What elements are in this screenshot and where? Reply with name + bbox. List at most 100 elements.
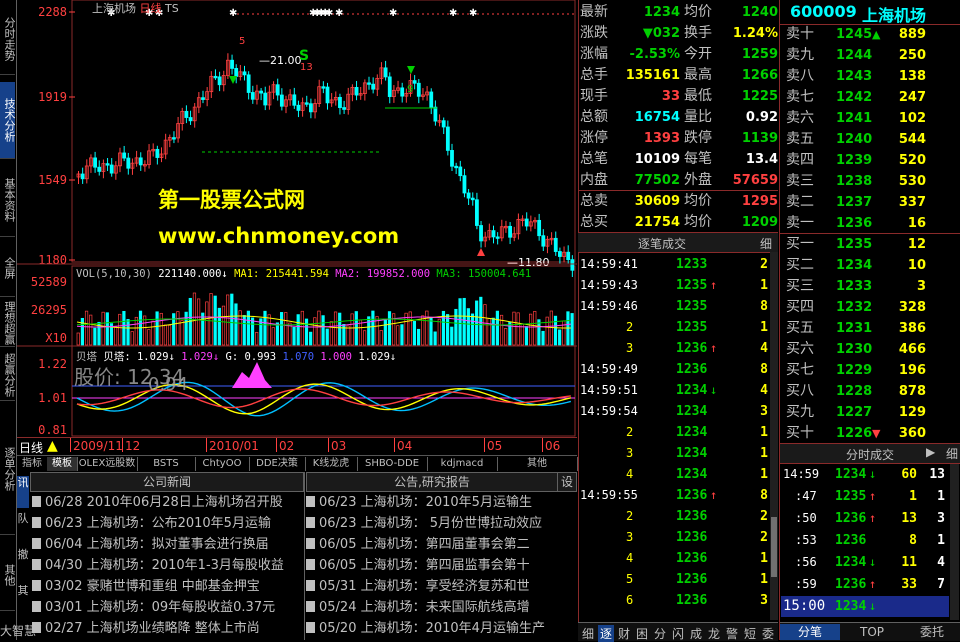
announcement-item[interactable]: 05/20 上海机场：2010年4月运输生产 — [306, 618, 574, 639]
ticks-tab-3[interactable]: 困 — [634, 625, 650, 642]
bid-row[interactable]: 买五 1231 386 — [786, 318, 956, 339]
ask-row[interactable]: 卖九 1244 250 — [786, 45, 956, 66]
indicator-tab-6[interactable]: K线龙虎 — [305, 457, 358, 471]
news-side-tab-2[interactable]: 撤 — [17, 548, 29, 580]
bid-row[interactable]: 买十 1226 ▼ 360 — [786, 423, 956, 444]
news-item[interactable]: 03/02 豪赌世博和重组 中邮基金押宝 — [32, 576, 304, 597]
watermark-url: www.chnmoney.com — [158, 224, 400, 248]
ask-row[interactable]: 卖十 1245 ▲ 889 — [786, 24, 956, 45]
left-tab-3[interactable]: 全屏 — [0, 240, 16, 297]
bid-row[interactable]: 买二 1234 10 — [786, 255, 956, 276]
indicator-tab-9[interactable]: 其他 — [497, 457, 578, 471]
ticks-tab-1[interactable]: 逐 — [598, 625, 614, 642]
ticks-tab-10[interactable]: 委 — [760, 625, 776, 642]
ticks-detail-button[interactable]: 细 — [760, 235, 772, 252]
event-marker-icon[interactable]: ✱ — [449, 8, 457, 19]
scroll-thumb[interactable] — [771, 517, 777, 577]
bid-row[interactable]: 买三 1233 3 — [786, 276, 956, 297]
minute-trade-row[interactable]: :47 1235 ↑ 1 1 — [781, 486, 949, 507]
ticks-tab-6[interactable]: 成 — [688, 625, 704, 642]
ticks-tab-5[interactable]: 闪 — [670, 625, 686, 642]
indicator-tab-1[interactable]: 模板 — [47, 457, 78, 471]
indicator-tab-8[interactable]: kdjmacd — [427, 457, 498, 471]
minute-trade-row[interactable]: 15:00 1234 ↓ — [781, 596, 949, 617]
indicator-tab-5[interactable]: DDE决策 — [249, 457, 306, 471]
indicator-tab-4[interactable]: ChtyOO — [195, 457, 250, 471]
candle-body — [400, 87, 405, 97]
minute-trade-row[interactable]: :56 1234 ↓ 11 4 — [781, 552, 949, 573]
announcement-item[interactable]: 05/24 上海机场：未来国际航线高增 — [306, 597, 574, 618]
announcement-item[interactable]: 06/05 上海机场：第四届董事会第二 — [306, 534, 574, 555]
news-item[interactable]: 06/28 2010年06月28日上海机场召开股 — [32, 492, 304, 513]
left-tab-4[interactable]: 理想超赢 — [0, 300, 16, 347]
news-side-tab-0[interactable]: 讯 — [17, 476, 29, 508]
company-news-header[interactable]: 公司新闻 — [30, 472, 304, 492]
bid-row[interactable]: 买八 1228 878 — [786, 381, 956, 402]
event-marker-icon[interactable]: ✱ — [469, 8, 477, 19]
announcement-item[interactable]: 06/23 上海机场：2010年5月运输生 — [306, 492, 574, 513]
left-tab-7[interactable]: 其他 — [0, 540, 16, 611]
announcement-item[interactable]: 05/31 上海机场：享受经济复苏和世 — [306, 576, 574, 597]
minute-next-icon[interactable]: ▶ — [926, 445, 935, 459]
bid-row[interactable]: 买一 1235 12 — [786, 234, 956, 255]
minute-header[interactable]: 分时成交 — [846, 446, 894, 463]
ticks-tab-2[interactable]: 财 — [616, 625, 632, 642]
news-item[interactable]: 04/30 上海机场：2010年1-3月每股收益 — [32, 555, 304, 576]
orderbook-tab-2[interactable]: 委托 — [904, 624, 960, 640]
ticks-tab-4[interactable]: 分 — [652, 625, 668, 642]
left-tab-5[interactable]: 超赢分析 — [0, 350, 16, 401]
ask-row[interactable]: 卖五 1240 544 — [786, 129, 956, 150]
orderbook-tab-1[interactable]: TOP — [844, 624, 900, 640]
ticks-tab-9[interactable]: 短 — [742, 625, 758, 642]
indicator-tab-7[interactable]: SHBO-DDE — [357, 457, 428, 471]
bid-row[interactable]: 买四 1232 328 — [786, 297, 956, 318]
left-tab-2[interactable]: 基本资料 — [0, 164, 16, 237]
news-item[interactable]: 06/23 上海机场：公布2010年5月运输 — [32, 513, 304, 534]
ask-row[interactable]: 卖七 1242 247 — [786, 87, 956, 108]
event-marker-icon[interactable]: ✱ — [229, 8, 237, 19]
volume-bar — [412, 320, 416, 346]
news-side-tab-1[interactable]: 队 — [17, 512, 29, 544]
ask-row[interactable]: 卖四 1239 520 — [786, 150, 956, 171]
news-settings-button[interactable]: 设 — [557, 472, 577, 492]
ticks-tab-0[interactable]: 细 — [580, 625, 596, 642]
event-marker-icon[interactable]: ✱ — [389, 8, 397, 19]
ticks-header[interactable]: 逐笔成交 — [638, 235, 686, 252]
news-item[interactable]: 06/04 上海机场：拟对董事会进行换届 — [32, 534, 304, 555]
minute-detail-button[interactable]: 细 — [946, 445, 958, 462]
ticks-tab-8[interactable]: 警 — [724, 625, 740, 642]
indicator-tab-3[interactable]: BSTS — [137, 457, 196, 471]
ticks-tab-7[interactable]: 龙 — [706, 625, 722, 642]
left-tab-1[interactable]: 技术分析 — [0, 82, 16, 159]
news-side-tab-3[interactable]: 其 — [17, 584, 29, 616]
bid-row[interactable]: 买九 1227 129 — [786, 402, 956, 423]
minute-scrollbar[interactable] — [950, 464, 959, 620]
indicator-tab-2[interactable]: OLEX远股数 — [77, 457, 138, 471]
ask-row[interactable]: 卖六 1241 102 — [786, 108, 956, 129]
indicator-tab-0[interactable]: 指标 — [17, 457, 48, 471]
level-label: 卖六 — [786, 110, 814, 126]
ticks-scrollbar[interactable] — [770, 252, 778, 620]
ask-row[interactable]: 卖一 1236 16 — [786, 213, 956, 234]
orderbook-tab-0[interactable]: 分笔 — [780, 624, 840, 640]
announcements-header[interactable]: 公告,研究报告 — [306, 472, 558, 492]
announcement-item[interactable]: 06/23 上海机场： 5月份世博拉动效应 — [306, 513, 574, 534]
period-triangle-icon[interactable]: ▲ — [47, 438, 58, 454]
news-item[interactable]: 02/27 上海机场业绩略降 整体上市尚 — [32, 618, 304, 639]
bid-row[interactable]: 买七 1229 196 — [786, 360, 956, 381]
bid-row[interactable]: 买六 1230 466 — [786, 339, 956, 360]
announcement-item[interactable]: 06/05 上海机场：第四届监事会第十 — [306, 555, 574, 576]
left-tab-6[interactable]: 逐单分析 — [0, 404, 16, 535]
left-tab-0[interactable]: 分时走势 — [0, 4, 16, 75]
ask-row[interactable]: 卖二 1237 337 — [786, 192, 956, 213]
quote-value: 1295 — [741, 194, 778, 209]
event-marker-icon[interactable]: ✱ — [325, 8, 333, 19]
ask-row[interactable]: 卖八 1243 138 — [786, 66, 956, 87]
minute-trade-row[interactable]: :59 1236 ↑ 33 7 — [781, 574, 949, 595]
ask-row[interactable]: 卖三 1238 530 — [786, 171, 956, 192]
minute-trade-row[interactable]: :50 1236 ↑ 13 3 — [781, 508, 949, 529]
minute-trade-row[interactable]: :53 1236 8 1 — [781, 530, 949, 551]
event-marker-icon[interactable]: ✱ — [335, 8, 343, 19]
minute-trade-row[interactable]: 14:59 1234 ↓ 60 13 — [781, 464, 949, 485]
news-item[interactable]: 03/01 上海机场：09年每股收益0.37元 — [32, 597, 304, 618]
